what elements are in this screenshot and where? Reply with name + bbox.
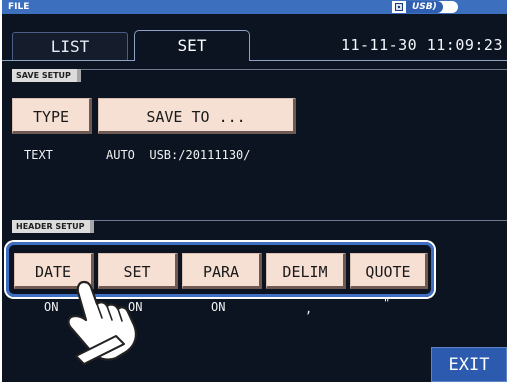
usb-status-label: USB) <box>406 1 443 13</box>
usb-status-indicator: USB) <box>392 1 458 13</box>
save-to-button[interactable]: SAVE TO ... <box>98 98 296 134</box>
tab-bar: LIST SET 11-11-30 11:09:23 <box>2 14 507 61</box>
file-setup-screen: FILE USB) LIST SET 11-11-30 11:09:23 SAV… <box>2 0 507 382</box>
title-bar: FILE USB) <box>2 0 507 14</box>
exit-button[interactable]: EXIT <box>431 347 507 382</box>
delim-button[interactable]: DELIM <box>266 253 346 289</box>
delim-value: , <box>305 302 313 316</box>
sd-card-icon <box>395 3 403 11</box>
datetime-display: 11-11-30 11:09:23 <box>340 36 503 54</box>
type-value: TEXT <box>24 148 53 162</box>
tab-underline <box>2 60 507 61</box>
hand-pointer-icon <box>67 280 137 365</box>
save-setup-label: SAVE SETUP <box>12 69 81 82</box>
para-button[interactable]: PARA <box>182 253 262 289</box>
tab-list[interactable]: LIST <box>12 32 128 60</box>
quote-button[interactable]: QUOTE <box>350 253 428 289</box>
tab-set[interactable]: SET <box>134 30 250 61</box>
save-to-value: AUTO USB:/20111130/ <box>106 148 251 162</box>
section-divider <box>12 69 507 70</box>
para-value: ON <box>211 300 226 314</box>
header-setup-label: HEADER SETUP <box>12 220 95 233</box>
window-title: FILE <box>8 2 30 12</box>
type-button[interactable]: TYPE <box>12 98 92 134</box>
quote-value: " <box>383 296 391 310</box>
